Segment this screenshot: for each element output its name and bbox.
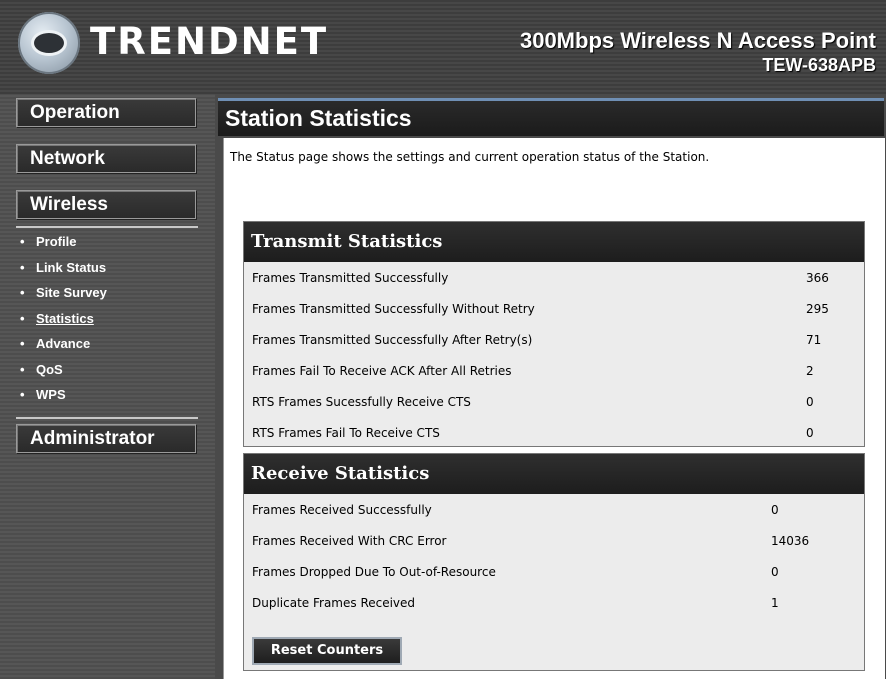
divider <box>16 416 198 419</box>
bullet-icon: • <box>20 234 25 249</box>
product-name: 300Mbps Wireless N Access Point <box>519 28 876 53</box>
table-row: Frames Received Successfully 0 <box>252 503 779 517</box>
product-model: TEW-638APB <box>762 55 876 75</box>
table-row: Frames Dropped Due To Out-of-Resource 0 <box>252 565 779 579</box>
wireless-submenu: • Profile • Link Status • Site Survey • Stat… <box>16 226 198 419</box>
trendnet-logo-icon <box>18 12 80 74</box>
bullet-icon: • <box>20 361 25 377</box>
bullet-icon: • <box>20 310 25 326</box>
sidebar-item-advance[interactable]: • Advance <box>16 336 198 362</box>
bullet-icon: • <box>20 285 25 300</box>
bullet-icon: • <box>20 387 25 402</box>
divider <box>16 226 198 228</box>
table-row: RTS Frames Sucessfully Receive CTS 0 <box>252 395 814 409</box>
reset-counters-button[interactable]: Reset Counters <box>252 637 402 665</box>
table-row: Frames Transmitted Successfully 366 <box>252 271 829 285</box>
sidebar-item-site-survey[interactable]: • Site Survey <box>16 285 198 311</box>
table-row: Duplicate Frames Received 1 <box>252 596 779 610</box>
table-row: RTS Frames Fail To Receive CTS 0 <box>252 426 814 440</box>
bullet-icon: • <box>20 259 25 275</box>
table-row: Frames Fail To Receive ACK After All Ret… <box>252 364 814 378</box>
sidebar-item-qos[interactable]: • QoS <box>16 362 198 388</box>
main-content: The Status page shows the settings and c… <box>223 138 885 679</box>
menu-network[interactable]: Network <box>16 144 196 173</box>
brand-logo-text: TRENDNET <box>90 20 329 63</box>
page-title-bar: Station Statistics <box>218 98 884 136</box>
table-row: Frames Transmitted Successfully Without … <box>252 302 829 316</box>
table-row: Frames Received With CRC Error 14036 <box>252 534 810 548</box>
panel-title: Receive Statistics <box>244 454 864 494</box>
page-title: Station Statistics <box>225 105 412 131</box>
transmit-statistics-panel: Transmit Statistics Frames Transmitted S… <box>243 221 865 447</box>
page-description: The Status page shows the settings and c… <box>230 150 710 164</box>
receive-statistics-panel: Receive Statistics Frames Received Succe… <box>243 453 865 671</box>
header: TRENDNET 300Mbps Wireless N Access Point… <box>0 0 886 94</box>
sidebar-item-statistics[interactable]: • Statistics <box>16 311 198 337</box>
sidebar-item-profile[interactable]: • Profile <box>16 234 198 260</box>
table-row: Frames Transmitted Successfully After Re… <box>252 333 822 347</box>
sidebar-item-link-status[interactable]: • Link Status <box>16 260 198 286</box>
menu-operation[interactable]: Operation <box>16 98 196 127</box>
menu-administrator[interactable]: Administrator <box>16 424 196 453</box>
panel-title: Transmit Statistics <box>244 222 864 262</box>
bullet-icon: • <box>20 336 25 351</box>
sidebar-item-wps[interactable]: • WPS <box>16 387 198 413</box>
menu-wireless[interactable]: Wireless <box>16 190 196 219</box>
